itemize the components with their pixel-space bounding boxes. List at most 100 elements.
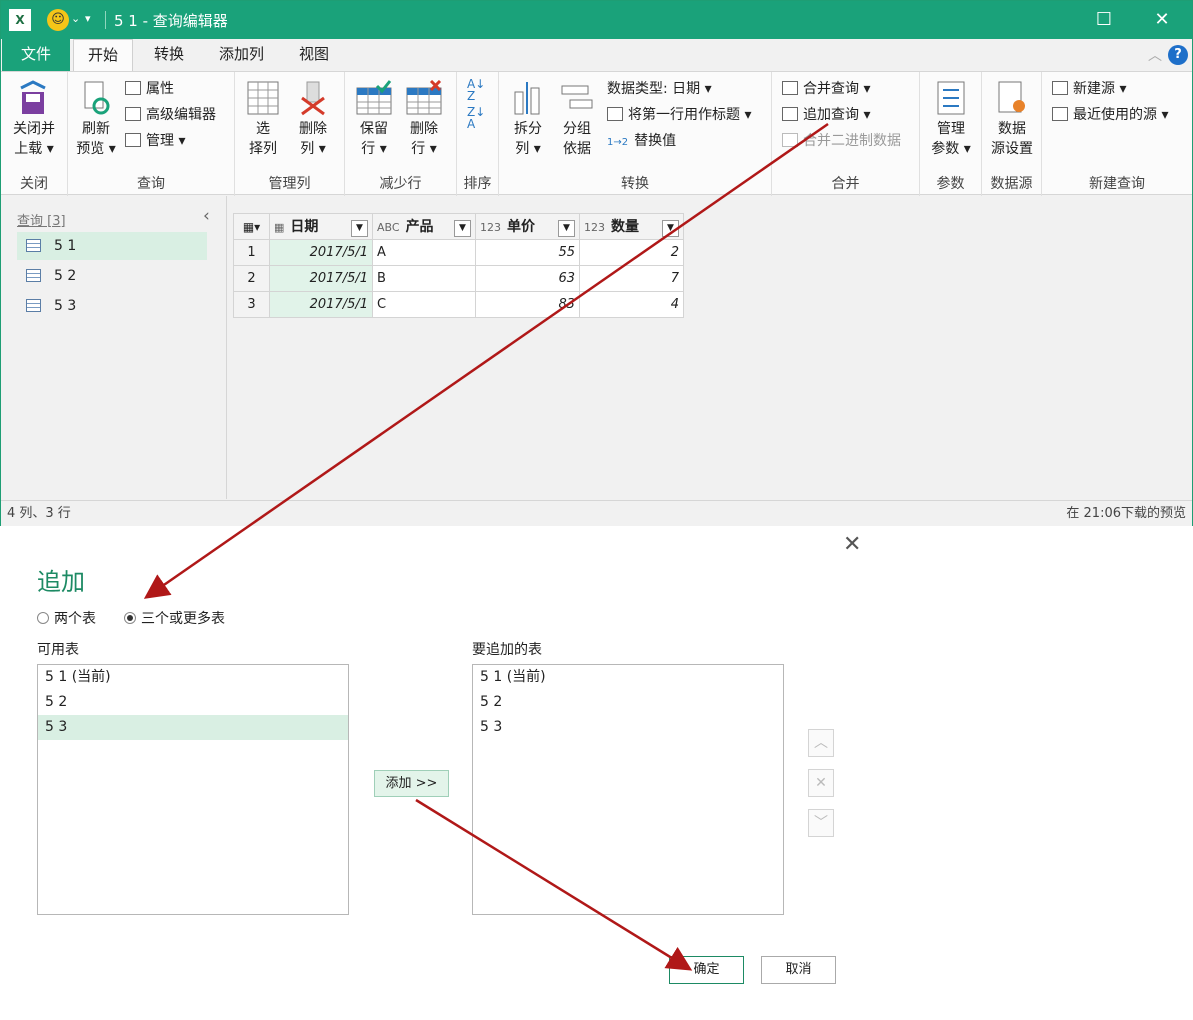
remove-rows-button[interactable]: 删除 行 ▾	[401, 79, 447, 159]
group-manage-columns: 选 择列 删除 列 ▾ 管理列	[235, 72, 345, 196]
radio-icon	[37, 612, 49, 624]
close-button[interactable]: ✕	[1139, 6, 1185, 34]
number-type-icon[interactable]: 123	[584, 221, 605, 234]
column-header-unit-price[interactable]: 123 单价 ▼	[475, 213, 580, 240]
column-header-date[interactable]: ▦ 日期 ▼	[269, 213, 373, 240]
available-tables-list[interactable]: 5 1 (当前) 5 2 5 3	[37, 664, 349, 915]
collapse-pane-icon[interactable]: ‹	[203, 206, 210, 226]
filter-dropdown-icon[interactable]: ▼	[662, 220, 679, 237]
cancel-button[interactable]: 取消	[761, 956, 836, 984]
ok-button[interactable]: 确定	[669, 956, 744, 984]
group-close: 关闭并 上载 ▾ 关闭	[1, 72, 68, 196]
new-source-button[interactable]: 新建源 ▾	[1052, 78, 1126, 100]
filter-dropdown-icon[interactable]: ▼	[558, 220, 575, 237]
list-item[interactable]: 5 3	[38, 715, 348, 740]
queries-header[interactable]: 查询 [3]	[17, 210, 66, 229]
row-number[interactable]: 2	[233, 265, 270, 292]
chevron-down-icon[interactable]: ⌄	[71, 12, 80, 25]
tables-to-append-list[interactable]: 5 1 (当前) 5 2 5 3	[472, 664, 784, 915]
table-cell[interactable]: 55	[475, 239, 580, 266]
radio-three-or-more-tables[interactable]: 三个或更多表	[124, 608, 225, 628]
filter-dropdown-icon[interactable]: ▼	[351, 220, 368, 237]
data-source-settings-button[interactable]: 数据 源设置	[987, 80, 1037, 159]
table-cell[interactable]: C	[372, 291, 476, 318]
advanced-editor-button[interactable]: 高级编辑器	[125, 104, 216, 126]
group-by-button[interactable]: 分组 依据	[555, 80, 599, 159]
tab-add-column[interactable]: 添加列	[205, 39, 278, 71]
table-cell[interactable]: 2017/5/1	[269, 291, 373, 318]
list-item[interactable]: 5 2	[473, 690, 783, 715]
add-button[interactable]: 添加 >>	[374, 770, 449, 797]
table-cell[interactable]: A	[372, 239, 476, 266]
close-and-load-button[interactable]: 关闭并 上载 ▾	[9, 80, 59, 159]
merge-queries-icon	[782, 81, 798, 95]
table-row: 2 2017/5/1 B 63 7	[233, 265, 684, 292]
list-item[interactable]: 5 2	[38, 690, 348, 715]
keep-rows-label-2: 行 ▾	[361, 141, 387, 157]
dialog-close-button[interactable]: ✕	[843, 532, 861, 557]
query-item-5-2[interactable]: 5 2	[17, 262, 207, 290]
table-cell[interactable]: B	[372, 265, 476, 292]
remove-item-button[interactable]: ✕	[808, 769, 834, 797]
minimize-button[interactable]: —	[1026, 6, 1072, 34]
table-cell[interactable]: 2017/5/1	[269, 239, 373, 266]
append-queries-button[interactable]: 追加查询 ▾	[782, 104, 870, 126]
replace-values-button[interactable]: 1→2 替换值	[607, 130, 676, 152]
tab-transform[interactable]: 转换	[140, 39, 198, 71]
table-cell[interactable]: 63	[475, 265, 580, 292]
manage-parameters-button[interactable]: 管理 参数 ▾	[926, 80, 976, 159]
merge-queries-button[interactable]: 合并查询 ▾	[782, 78, 870, 100]
query-item-5-3[interactable]: 5 3	[17, 292, 207, 320]
query-item-5-1[interactable]: 5 1	[17, 232, 207, 260]
table-row: 1 2017/5/1 A 55 2	[233, 239, 684, 266]
collapse-ribbon-icon[interactable]: ︿	[1148, 45, 1162, 65]
help-icon[interactable]: ?	[1168, 45, 1188, 65]
list-item[interactable]: 5 3	[473, 715, 783, 740]
table-cell[interactable]: 7	[579, 265, 684, 292]
split-column-button[interactable]: 拆分 列 ▾	[505, 80, 551, 159]
filter-dropdown-icon[interactable]: ▼	[454, 220, 471, 237]
status-bar: 4 列、3 行 在 21:06下载的预览	[1, 500, 1192, 526]
data-type-dropdown[interactable]: 数据类型: 日期 ▾	[607, 78, 712, 100]
row-number[interactable]: 3	[233, 291, 270, 318]
advanced-editor-icon	[125, 107, 141, 121]
move-down-button[interactable]: ﹀	[808, 809, 834, 837]
refresh-label-1: 刷新	[82, 121, 110, 137]
list-item[interactable]: 5 1 (当前)	[38, 665, 348, 690]
column-header-product[interactable]: ABC 产品 ▼	[372, 213, 476, 240]
group-label-combine: 合并	[831, 176, 860, 192]
radio-selected-icon	[124, 612, 136, 624]
number-type-icon[interactable]: 123	[480, 221, 501, 234]
recent-sources-button[interactable]: 最近使用的源 ▾	[1052, 104, 1168, 126]
tab-home[interactable]: 开始	[73, 39, 134, 71]
radio-two-tables[interactable]: 两个表	[37, 608, 96, 628]
table-cell[interactable]: 2017/5/1	[269, 265, 373, 292]
smiley-icon[interactable]: ☺	[47, 9, 69, 31]
properties-button[interactable]: 属性	[125, 78, 174, 100]
refresh-preview-button[interactable]: 刷新 预览 ▾	[72, 80, 120, 159]
ribbon: 关闭并 上载 ▾ 关闭 刷新 预览 ▾ 属性 高级编辑器 管理 ▾ 查询 选 择…	[1, 71, 1192, 196]
remove-columns-button[interactable]: 删除 列 ▾	[291, 80, 335, 159]
move-up-button[interactable]: ︿	[808, 729, 834, 757]
table-cell[interactable]: 2	[579, 239, 684, 266]
customize-toolbar-icon[interactable]: ▾	[85, 12, 91, 25]
tab-view[interactable]: 视图	[285, 39, 343, 71]
column-header-label: 数量	[611, 219, 639, 235]
column-header-quantity[interactable]: 123 数量 ▼	[579, 213, 684, 240]
table-cell[interactable]: 83	[475, 291, 580, 318]
manage-button[interactable]: 管理 ▾	[125, 130, 185, 152]
sort-ascending-icon[interactable]: A↓ Z	[467, 78, 485, 102]
sort-descending-icon[interactable]: Z↓ A	[467, 106, 485, 130]
date-type-icon[interactable]: ▦	[274, 221, 284, 234]
row-number[interactable]: 1	[233, 239, 270, 266]
table-cell[interactable]: 4	[579, 291, 684, 318]
use-first-row-as-headers-button[interactable]: 将第一行用作标题 ▾	[607, 104, 751, 126]
choose-columns-button[interactable]: 选 择列	[241, 80, 285, 159]
table-menu-icon[interactable]: ▦▾	[233, 213, 270, 240]
maximize-button[interactable]: ☐	[1081, 6, 1127, 34]
keep-rows-button[interactable]: 保留 行 ▾	[351, 80, 397, 159]
text-type-icon[interactable]: ABC	[377, 221, 400, 234]
tab-file[interactable]: 文件	[2, 39, 70, 71]
list-item[interactable]: 5 1 (当前)	[473, 665, 783, 690]
remove-columns-label-2: 列 ▾	[300, 141, 326, 157]
